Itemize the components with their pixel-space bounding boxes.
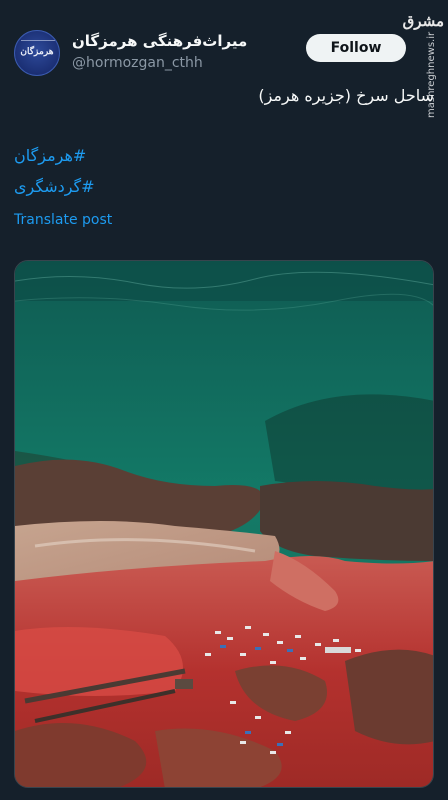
handle[interactable]: @hormozgan_cthh: [72, 55, 203, 71]
avatar-ornament: [21, 40, 55, 46]
tweet-text: ساحل سرخ (جزیره هرمز): [258, 86, 434, 105]
follow-button[interactable]: Follow: [306, 34, 406, 62]
tweet-photo[interactable]: [14, 260, 434, 788]
hashtag-link[interactable]: #گردشگری: [14, 177, 95, 196]
avatar-logo-text: هرمزگان: [20, 47, 54, 57]
hashtag-link[interactable]: #هرمزگان: [14, 146, 86, 165]
watermark-url: mashreghnews.ir: [426, 31, 437, 118]
avatar[interactable]: هرمزگان: [14, 30, 60, 76]
site-watermark: مشرق mashreghnews.ir: [403, 8, 448, 128]
display-name[interactable]: میراث‌فرهنگی هرمزگان: [72, 32, 247, 50]
watermark-logo: مشرق: [402, 12, 444, 30]
tweet-header: هرمزگان میراث‌فرهنگی هرمزگان @hormozgan_…: [0, 22, 448, 82]
top-bar: [0, 0, 448, 8]
translate-post-link[interactable]: Translate post: [14, 212, 112, 228]
aerial-beach-image: [15, 261, 433, 787]
